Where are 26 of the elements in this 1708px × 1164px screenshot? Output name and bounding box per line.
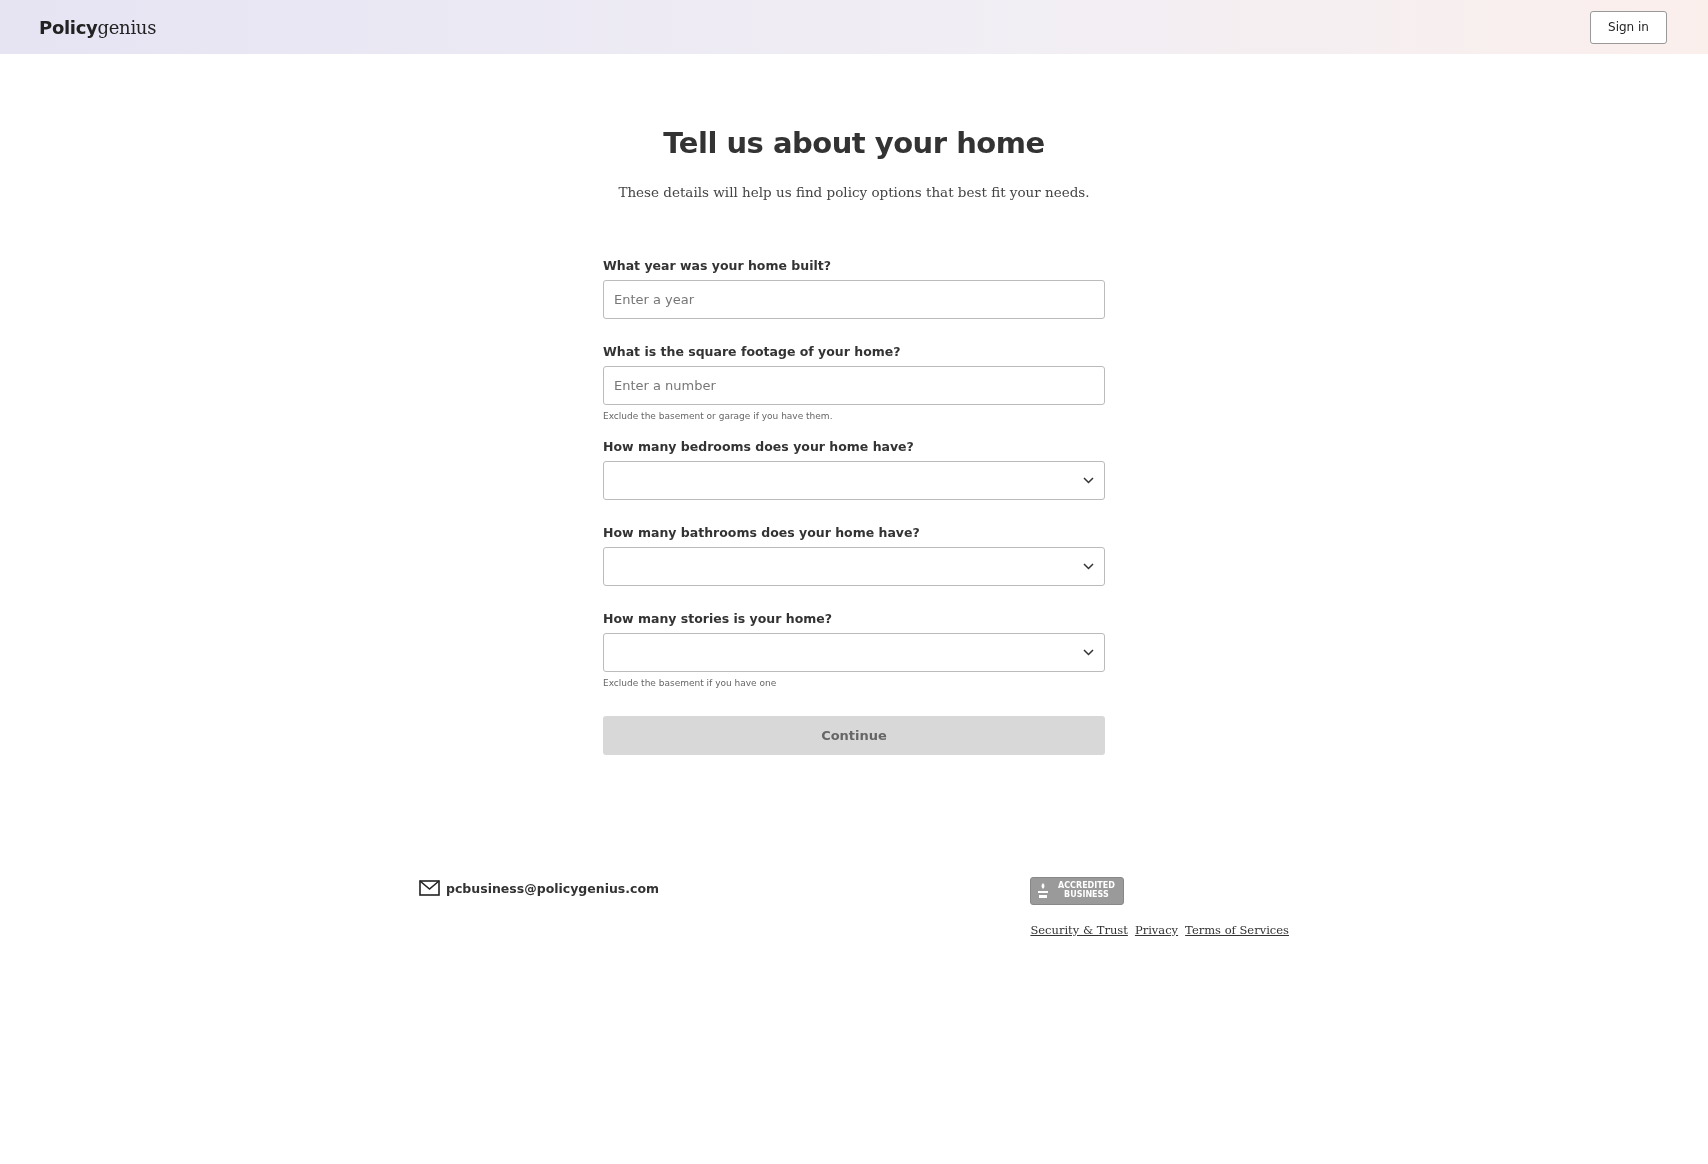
envelope-icon	[419, 880, 440, 896]
field-label: How many bathrooms does your home have?	[603, 525, 921, 540]
torch-icon	[1036, 882, 1051, 900]
field-label: What year was your home built?	[603, 258, 832, 273]
page-subtitle: These details will help us find policy options that best fit your needs.	[618, 184, 1090, 200]
field-hint: Exclude the basement if you have one	[603, 678, 778, 688]
footer-link[interactable]: Privacy	[1134, 923, 1179, 937]
field-label: What is the square footage of your home?	[603, 344, 902, 359]
input-field[interactable]: Enter a year	[603, 280, 1105, 319]
sign-in-button[interactable]: Sign in	[1590, 10, 1667, 44]
chevron-down-icon	[1083, 649, 1094, 656]
field-hint: Exclude the basement or garage if you have them.	[603, 411, 834, 421]
accreditation-badge: ACCREDITED BUSINESS	[1030, 877, 1125, 905]
chevron-down-icon	[1083, 477, 1094, 484]
field-label: How many stories is your home?	[603, 611, 833, 626]
dropdown-field[interactable]	[603, 461, 1105, 500]
chevron-down-icon	[1083, 563, 1094, 570]
dropdown-field[interactable]	[603, 633, 1105, 672]
logo[interactable]: Policygenius	[39, 16, 157, 38]
email-link[interactable]: pcbusiness@policygenius.com	[446, 880, 660, 896]
dropdown-field[interactable]	[603, 547, 1105, 586]
page-title: Tell us about your home	[663, 126, 1045, 160]
footer-link[interactable]: Terms of Services	[1185, 923, 1289, 937]
field-label: How many bedrooms does your home have?	[603, 439, 915, 454]
footer-link[interactable]: Security & Trust	[1030, 923, 1128, 937]
input-field[interactable]: Enter a number	[603, 366, 1105, 405]
